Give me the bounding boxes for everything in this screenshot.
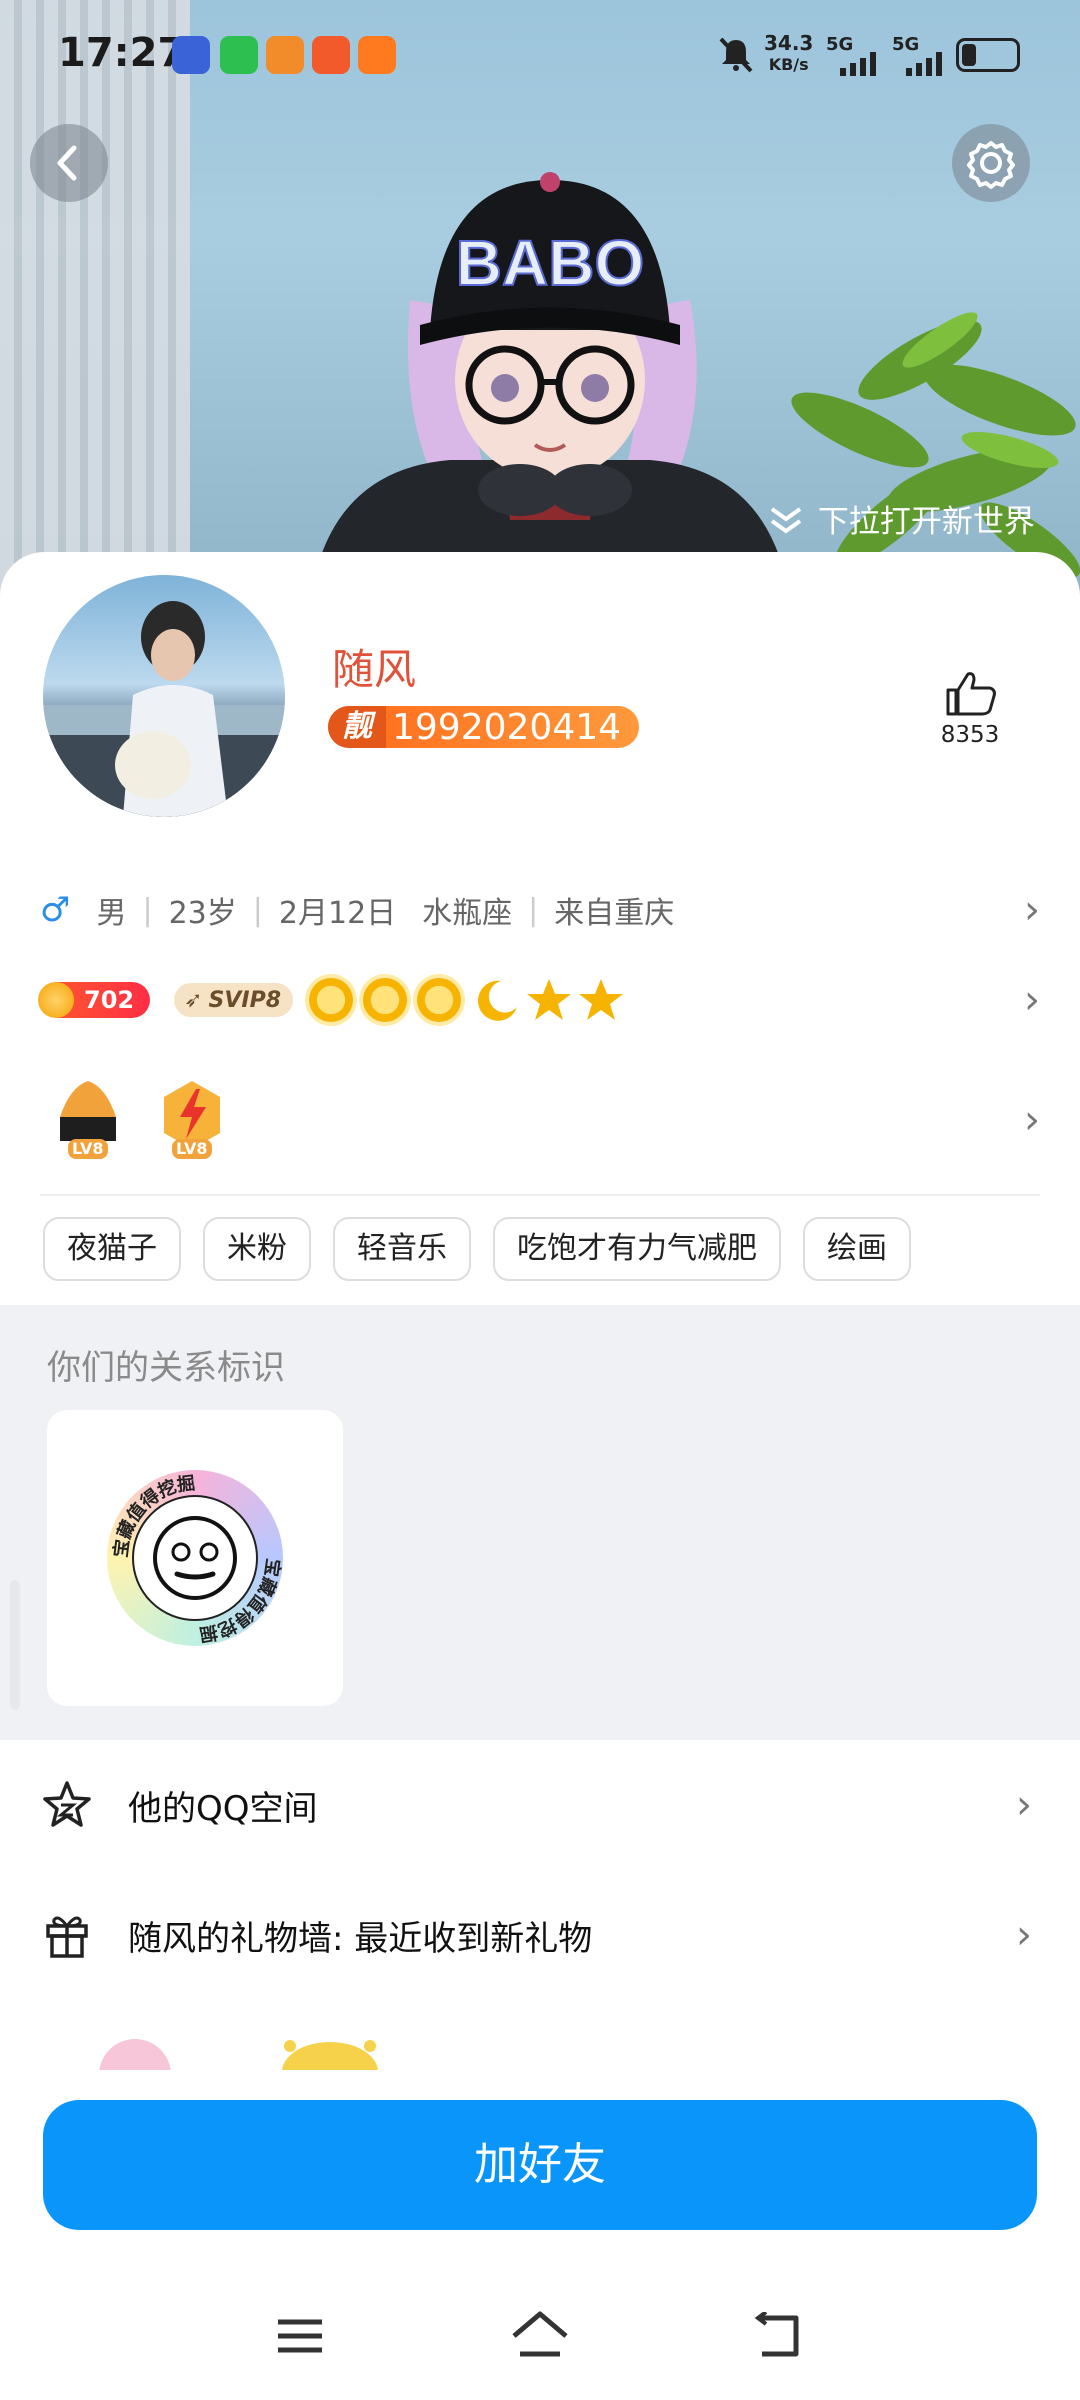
gift-preview-row[interactable] — [80, 2030, 420, 2070]
hero-banner[interactable]: BABO 17:27 34.3 KB/s 5G 5G 下拉打开新世界 — [0, 0, 1080, 600]
chevron-right-icon: › — [1024, 1097, 1040, 1143]
add-friend-button[interactable]: 加好友 — [43, 2100, 1037, 2230]
relation-title: 你们的关系标识 — [47, 1348, 285, 1388]
wechat-icon — [220, 36, 258, 74]
interest-tags: 夜猫子 米粉 轻音乐 吃饱才有力气减肥 绘画 — [43, 1217, 911, 1281]
star-level-icon — [579, 979, 624, 1020]
menu-icon[interactable] — [276, 2316, 324, 2356]
moon-level-icon — [478, 980, 518, 1021]
qq-number-badge[interactable]: 靓 1992020414 — [328, 706, 640, 748]
3d-avatar[interactable]: BABO — [290, 160, 810, 600]
clock: 17:27 — [58, 30, 186, 76]
chevron-right-icon: › — [1024, 887, 1040, 933]
status-bar: 17:27 34.3 KB/s 5G 5G — [0, 0, 1080, 110]
male-icon: ♂ — [40, 890, 71, 930]
interest-tag[interactable]: 夜猫子 — [43, 1217, 181, 1281]
pull-hint-text: 下拉打开新世界 — [817, 504, 1035, 540]
like-count: 8353 — [940, 722, 1000, 748]
age: 23岁 — [168, 896, 237, 931]
thumbs-up-icon[interactable] — [940, 668, 1000, 718]
gift-wall-entry[interactable]: 随风的礼物墙: 最近收到新礼物 › — [0, 1880, 1080, 1990]
interest-tag[interactable]: 绘画 — [803, 1217, 911, 1281]
chevron-left-icon — [57, 145, 77, 181]
qzone-label: 他的QQ空间 — [128, 1788, 318, 1829]
avatar[interactable] — [43, 575, 285, 817]
location: 来自重庆 — [554, 896, 675, 931]
system-nav-bar — [0, 2280, 1080, 2400]
gift-icon — [46, 1916, 88, 1958]
coin-level-badge: 702 — [38, 982, 151, 1018]
chevron-right-icon: › — [1016, 1782, 1032, 1828]
gender: 男 — [96, 896, 127, 931]
battery-icon — [956, 38, 1020, 72]
game-badges-row[interactable]: LV8 LV8 › — [40, 1075, 1040, 1165]
basic-info-row[interactable]: ♂ 男 | 23岁 | 2月12日 水瓶座 | 来自重庆 › — [40, 880, 1040, 940]
chevron-right-icon: › — [1024, 977, 1040, 1023]
game-level-badge: LV8 — [154, 1077, 230, 1163]
sun-level-icon — [309, 978, 354, 1022]
taobao-icon — [266, 36, 304, 74]
net-speed: 34.3 KB/s — [764, 31, 814, 74]
cap-text: BABO — [456, 227, 644, 299]
mute-bell-icon — [719, 37, 753, 73]
back-button[interactable] — [30, 124, 108, 202]
zodiac: 水瓶座 — [422, 896, 513, 931]
app-notification-icon — [172, 36, 210, 74]
star-outline-icon — [43, 1781, 91, 1827]
signal-bars-icon — [906, 52, 942, 76]
app-icon — [312, 36, 350, 74]
game-level-badge: LV8 — [50, 1077, 126, 1163]
chevron-right-icon: › — [1016, 1912, 1032, 1958]
settings-button[interactable] — [952, 124, 1030, 202]
sun-level-icon — [363, 978, 408, 1022]
divider — [40, 1194, 1040, 1196]
star-level-icon — [527, 979, 572, 1020]
qq-number: 1992020414 — [392, 706, 622, 748]
coin-icon — [38, 982, 74, 1018]
interest-tag[interactable]: 轻音乐 — [333, 1217, 471, 1281]
home-icon[interactable] — [510, 2310, 570, 2360]
relation-badge: 宝藏值得挖掘 宝藏值得挖掘 — [107, 1470, 284, 1646]
interest-tag[interactable]: 吃饱才有力气减肥 — [493, 1217, 781, 1281]
signal-bars-icon — [840, 52, 876, 76]
level-row[interactable]: 702 ➶ SVIP8 › — [38, 970, 1040, 1030]
back-nav-icon[interactable] — [752, 2312, 804, 2360]
double-chevron-down-icon — [768, 505, 808, 543]
gear-icon — [967, 141, 1015, 189]
birthday: 2月12日 — [278, 896, 397, 931]
pretty-number-tag: 靓 — [328, 706, 386, 748]
interest-tag[interactable]: 米粉 — [203, 1217, 311, 1281]
gift-wall-label: 随风的礼物墙: 最近收到新礼物 — [128, 1918, 593, 1959]
scrollbar[interactable] — [10, 1580, 20, 1710]
qzone-entry[interactable]: 他的QQ空间 › — [0, 1750, 1080, 1860]
nickname: 随风 — [332, 645, 417, 694]
crown-icon: ➶ — [184, 987, 203, 1013]
pull-down-hint[interactable]: 下拉打开新世界 — [768, 496, 1035, 543]
sun-level-icon — [417, 978, 462, 1022]
svip-badge: ➶ SVIP8 — [174, 983, 294, 1017]
app-icon — [358, 36, 396, 74]
